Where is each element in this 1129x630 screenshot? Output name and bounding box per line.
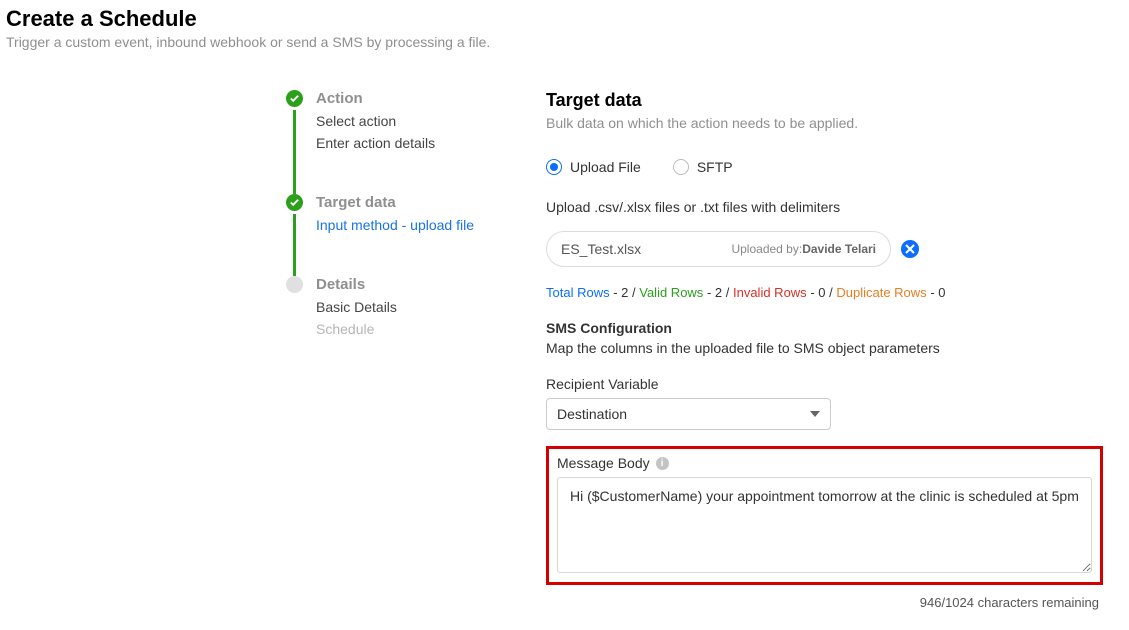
- message-body-label: Message Body i: [557, 455, 1092, 471]
- radio-label: Upload File: [570, 159, 641, 175]
- section-subheading: Bulk data on which the action needs to b…: [546, 115, 1103, 131]
- step-sub: Schedule: [316, 320, 506, 338]
- message-body-highlight: Message Body i: [546, 446, 1103, 585]
- step-sub: Select action: [316, 112, 506, 130]
- step-title: Details: [316, 276, 506, 294]
- radio-label: SFTP: [697, 159, 733, 175]
- select-value: Destination: [557, 406, 627, 422]
- remove-file-icon[interactable]: [901, 240, 919, 258]
- page-title: Create a Schedule: [6, 6, 1123, 32]
- radio-upload-file[interactable]: Upload File: [546, 159, 641, 175]
- step-action[interactable]: Action Select action Enter action detail…: [286, 90, 506, 152]
- section-heading: Target data: [546, 90, 1103, 111]
- circle-icon: [286, 276, 303, 293]
- stat-total-value: 2: [621, 285, 628, 300]
- step-target-data[interactable]: Target data Input method - upload file: [286, 194, 506, 234]
- character-counter: 946/1024 characters remaining: [546, 595, 1103, 610]
- step-details[interactable]: Details Basic Details Schedule: [286, 276, 506, 338]
- step-sub: Enter action details: [316, 134, 506, 152]
- sms-config-sub: Map the columns in the uploaded file to …: [546, 340, 1103, 356]
- file-name: ES_Test.xlsx: [561, 241, 641, 257]
- stat-valid-value: 2: [715, 285, 722, 300]
- step-sub-link[interactable]: Input method - upload file: [316, 216, 506, 234]
- recipient-variable-label: Recipient Variable: [546, 376, 1103, 392]
- chevron-down-icon: [810, 411, 820, 417]
- file-chip[interactable]: ES_Test.xlsx Uploaded by:Davide Telari: [546, 231, 891, 267]
- sms-config-heading: SMS Configuration: [546, 320, 1103, 336]
- message-body-textarea[interactable]: [557, 477, 1092, 573]
- radio-icon: [546, 159, 562, 175]
- step-sub: Basic Details: [316, 298, 506, 316]
- recipient-variable-select[interactable]: Destination: [546, 398, 831, 430]
- page-subtitle: Trigger a custom event, inbound webhook …: [6, 34, 1123, 50]
- checkmark-icon: [286, 194, 303, 211]
- stat-invalid-value: 0: [818, 285, 825, 300]
- stat-valid-label: Valid Rows: [639, 285, 703, 300]
- stat-dup-value: 0: [938, 285, 945, 300]
- step-title: Action: [316, 90, 506, 108]
- checkmark-icon: [286, 90, 303, 107]
- radio-sftp[interactable]: SFTP: [673, 159, 733, 175]
- step-title: Target data: [316, 194, 506, 212]
- stat-invalid-label: Invalid Rows: [733, 285, 807, 300]
- info-icon[interactable]: i: [656, 457, 669, 470]
- stepper: Action Select action Enter action detail…: [286, 90, 506, 610]
- file-uploaded-by: Uploaded by:Davide Telari: [731, 242, 876, 256]
- stat-dup-label: Duplicate Rows: [836, 285, 926, 300]
- file-stats: Total Rows - 2 / Valid Rows - 2 / Invali…: [546, 285, 1103, 300]
- radio-icon: [673, 159, 689, 175]
- stat-total-label: Total Rows: [546, 285, 610, 300]
- upload-hint: Upload .csv/.xlsx files or .txt files wi…: [546, 199, 1103, 215]
